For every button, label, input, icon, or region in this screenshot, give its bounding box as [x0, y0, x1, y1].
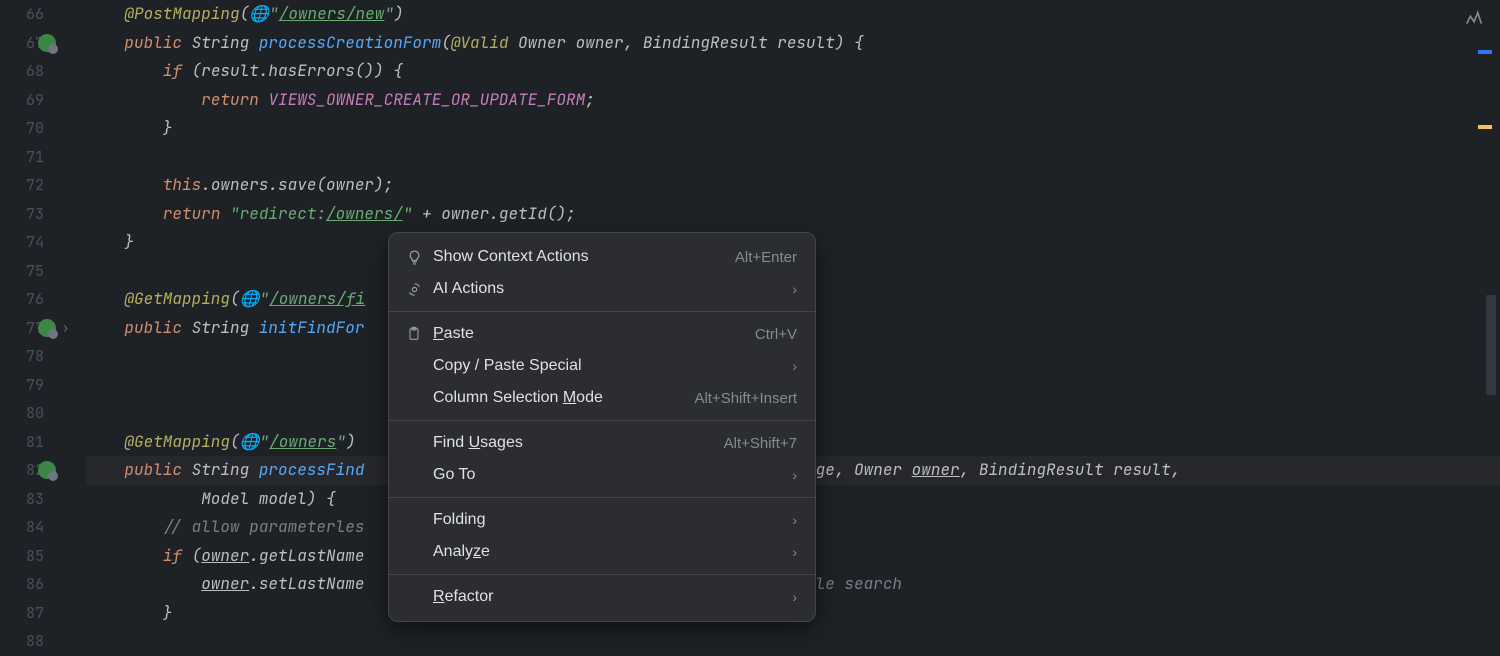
line-number: 78 [0, 342, 44, 371]
scroll-marker[interactable] [1478, 125, 1492, 129]
menu-shortcut: Alt+Enter [735, 249, 797, 266]
menu-label: Column Selection Mode [433, 389, 694, 407]
submenu-arrow-icon: › [792, 589, 797, 605]
menu-label: Analyze [433, 543, 792, 561]
menu-separator [389, 574, 815, 575]
ai-icon [403, 281, 425, 298]
code-line[interactable] [86, 143, 1500, 172]
line-number: 66 [0, 0, 44, 29]
menu-separator [389, 311, 815, 312]
line-number: 87 [0, 599, 44, 628]
line-number: 74 [0, 228, 44, 257]
code-line[interactable]: public String processCreationForm(@Valid… [86, 29, 1500, 58]
menu-separator [389, 497, 815, 498]
menu-item[interactable]: Analyze› [389, 536, 815, 568]
performance-icon[interactable] [1464, 8, 1486, 35]
line-number: 73 [0, 200, 44, 229]
line-number: 71 [0, 143, 44, 172]
menu-shortcut: Ctrl+V [755, 326, 797, 343]
menu-label: Show Context Actions [433, 248, 735, 266]
menu-item[interactable]: Copy / Paste Special› [389, 350, 815, 382]
paste-icon [403, 326, 425, 342]
submenu-arrow-icon: › [792, 512, 797, 528]
line-number: 84 [0, 513, 44, 542]
fold-chevron-icon[interactable]: › [62, 320, 69, 336]
code-line[interactable]: return "redirect:/owners/" + owner.getId… [86, 200, 1500, 229]
menu-item[interactable]: Refactor› [389, 581, 815, 613]
menu-shortcut: Alt+Shift+7 [724, 435, 797, 452]
line-number: 72 [0, 171, 44, 200]
menu-item[interactable]: Folding› [389, 504, 815, 536]
web-icon[interactable] [38, 34, 56, 52]
code-line[interactable]: this.owners.save(owner); [86, 171, 1500, 200]
line-number: 68 [0, 57, 44, 86]
scroll-marker[interactable] [1478, 50, 1492, 54]
line-number: 75 [0, 257, 44, 286]
scrollbar-thumb[interactable] [1486, 295, 1496, 395]
lightbulb-icon [403, 249, 425, 266]
menu-separator [389, 420, 815, 421]
web-icon[interactable] [38, 319, 56, 337]
menu-item[interactable]: AI Actions› [389, 273, 815, 305]
code-line[interactable]: } [86, 114, 1500, 143]
menu-item[interactable]: Go To› [389, 459, 815, 491]
line-number: 86 [0, 570, 44, 599]
menu-label: Go To [433, 466, 792, 484]
line-number: 69 [0, 86, 44, 115]
menu-label: Copy / Paste Special [433, 357, 792, 375]
context-menu[interactable]: Show Context ActionsAlt+EnterAI Actions›… [388, 232, 816, 622]
submenu-arrow-icon: › [792, 467, 797, 483]
line-number: 76 [0, 285, 44, 314]
line-number: 85 [0, 542, 44, 571]
menu-label: Refactor [433, 588, 792, 606]
submenu-arrow-icon: › [792, 358, 797, 374]
menu-label: Folding [433, 511, 792, 529]
menu-label: AI Actions [433, 280, 792, 298]
line-number: 81 [0, 428, 44, 457]
menu-label: Paste [433, 325, 755, 343]
submenu-arrow-icon: › [792, 544, 797, 560]
right-strip [1438, 0, 1500, 600]
menu-item[interactable]: Find UsagesAlt+Shift+7 [389, 427, 815, 459]
code-line[interactable]: return VIEWS_OWNER_CREATE_OR_UPDATE_FORM… [86, 86, 1500, 115]
submenu-arrow-icon: › [792, 281, 797, 297]
gutter: 6667686970717273747576777879808182838485… [0, 0, 82, 600]
menu-shortcut: Alt+Shift+Insert [694, 390, 797, 407]
menu-item[interactable]: Show Context ActionsAlt+Enter [389, 241, 815, 273]
code-line[interactable]: @PostMapping(🌐"/owners/new") [86, 0, 1500, 29]
code-line[interactable]: if (result.hasErrors()) { [86, 57, 1500, 86]
line-number: 79 [0, 371, 44, 400]
line-number: 88 [0, 627, 44, 656]
web-icon[interactable] [38, 461, 56, 479]
code-line[interactable] [86, 627, 1500, 656]
menu-label: Find Usages [433, 434, 724, 452]
line-number: 80 [0, 399, 44, 428]
line-number: 70 [0, 114, 44, 143]
line-number: 83 [0, 485, 44, 514]
menu-item[interactable]: PasteCtrl+V [389, 318, 815, 350]
menu-item[interactable]: Column Selection ModeAlt+Shift+Insert [389, 382, 815, 414]
